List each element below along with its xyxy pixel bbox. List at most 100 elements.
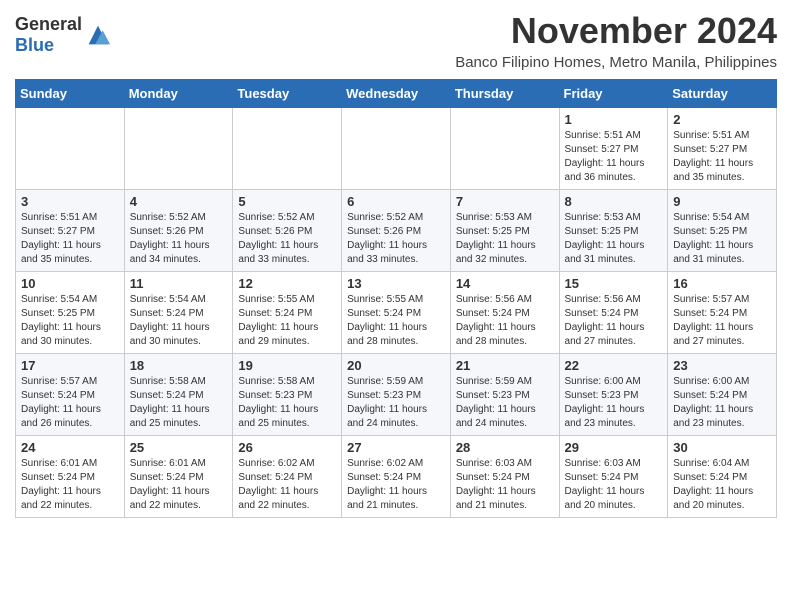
day-info: Sunrise: 5:55 AM Sunset: 5:24 PM Dayligh… [347,293,445,349]
month-title: November 2024 [455,10,777,52]
day-info: Sunrise: 5:55 AM Sunset: 5:24 PM Dayligh… [238,293,336,349]
day-number: 19 [238,358,336,373]
day-number: 25 [130,440,228,455]
calendar-cell: 27Sunrise: 6:02 AM Sunset: 5:24 PM Dayli… [342,436,451,518]
day-number: 26 [238,440,336,455]
calendar-cell [16,108,125,190]
day-info: Sunrise: 5:54 AM Sunset: 5:25 PM Dayligh… [21,293,119,349]
calendar-table: SundayMondayTuesdayWednesdayThursdayFrid… [15,79,777,518]
calendar-cell: 14 Sunrise: 5:56 AM Sunset: 5:24 PM Dayli… [450,272,559,354]
day-info: Sunrise: 6:02 AM Sunset: 5:24 PM Dayligh… [238,457,336,513]
logo-general: General [15,14,82,34]
day-info: Sunrise: 5:54 AM Sunset: 5:25 PM Dayligh… [673,211,771,267]
day-number: 10 [21,276,119,291]
day-info: Sunrise: 6:03 AM Sunset: 5:24 PM Dayligh… [456,457,554,513]
calendar-cell: 10 Sunrise: 5:54 AM Sunset: 5:25 PM Dayli… [16,272,125,354]
week-row-3: 10 Sunrise: 5:54 AM Sunset: 5:25 PM Dayli… [16,272,777,354]
day-info: Sunrise: 6:00 AM Sunset: 5:23 PM Dayligh… [565,375,663,431]
day-number: 21 [456,358,554,373]
day-number: 27 [347,440,445,455]
weekday-header-row: SundayMondayTuesdayWednesdayThursdayFrid… [16,80,777,108]
calendar-cell: 3 Sunrise: 5:51 AM Sunset: 5:27 PM Daylig… [16,190,125,272]
day-number: 7 [456,194,554,209]
calendar-cell: 29Sunrise: 6:03 AM Sunset: 5:24 PM Dayli… [559,436,668,518]
day-number: 5 [238,194,336,209]
calendar-cell: 21 Sunrise: 5:59 AM Sunset: 5:23 PM Dayli… [450,354,559,436]
day-number: 6 [347,194,445,209]
day-info: Sunrise: 5:52 AM Sunset: 5:26 PM Dayligh… [238,211,336,267]
calendar-cell: 28Sunrise: 6:03 AM Sunset: 5:24 PM Dayli… [450,436,559,518]
calendar-cell: 16 Sunrise: 5:57 AM Sunset: 5:24 PM Dayli… [668,272,777,354]
calendar-cell: 13Sunrise: 5:55 AM Sunset: 5:24 PM Dayli… [342,272,451,354]
calendar-cell: 15Sunrise: 5:56 AM Sunset: 5:24 PM Dayli… [559,272,668,354]
calendar-cell: 23Sunrise: 6:00 AM Sunset: 5:24 PM Dayli… [668,354,777,436]
day-number: 12 [238,276,336,291]
weekday-header-thursday: Thursday [450,80,559,108]
day-info: Sunrise: 5:56 AM Sunset: 5:24 PM Dayligh… [456,293,554,349]
day-info: Sunrise: 5:57 AM Sunset: 5:24 PM Dayligh… [21,375,119,431]
day-info: Sunrise: 5:51 AM Sunset: 5:27 PM Dayligh… [673,129,771,185]
calendar-cell: 17 Sunrise: 5:57 AM Sunset: 5:24 PM Dayli… [16,354,125,436]
calendar-cell: 12 Sunrise: 5:55 AM Sunset: 5:24 PM Dayli… [233,272,342,354]
calendar-cell: 7 Sunrise: 5:53 AM Sunset: 5:25 PM Daylig… [450,190,559,272]
logo-icon [84,21,112,49]
weekday-header-wednesday: Wednesday [342,80,451,108]
day-info: Sunrise: 5:51 AM Sunset: 5:27 PM Dayligh… [565,129,663,185]
calendar-cell [450,108,559,190]
day-number: 8 [565,194,663,209]
week-row-4: 17 Sunrise: 5:57 AM Sunset: 5:24 PM Dayli… [16,354,777,436]
day-number: 24 [21,440,119,455]
calendar-cell: 20Sunrise: 5:59 AM Sunset: 5:23 PM Dayli… [342,354,451,436]
day-number: 30 [673,440,771,455]
header: General Blue November 2024 Banco Filipin… [15,10,777,71]
week-row-2: 3 Sunrise: 5:51 AM Sunset: 5:27 PM Daylig… [16,190,777,272]
calendar-cell: 2Sunrise: 5:51 AM Sunset: 5:27 PM Daylig… [668,108,777,190]
day-number: 4 [130,194,228,209]
calendar-cell: 26 Sunrise: 6:02 AM Sunset: 5:24 PM Dayli… [233,436,342,518]
week-row-5: 24 Sunrise: 6:01 AM Sunset: 5:24 PM Dayli… [16,436,777,518]
calendar-cell: 11 Sunrise: 5:54 AM Sunset: 5:24 PM Dayli… [124,272,233,354]
day-info: Sunrise: 5:53 AM Sunset: 5:25 PM Dayligh… [565,211,663,267]
calendar-cell: 8 Sunrise: 5:53 AM Sunset: 5:25 PM Daylig… [559,190,668,272]
calendar-cell: 4Sunrise: 5:52 AM Sunset: 5:26 PM Daylig… [124,190,233,272]
day-info: Sunrise: 5:57 AM Sunset: 5:24 PM Dayligh… [673,293,771,349]
calendar-cell: 24 Sunrise: 6:01 AM Sunset: 5:24 PM Dayli… [16,436,125,518]
day-info: Sunrise: 5:54 AM Sunset: 5:24 PM Dayligh… [130,293,228,349]
day-info: Sunrise: 5:58 AM Sunset: 5:23 PM Dayligh… [238,375,336,431]
day-number: 1 [565,112,663,127]
day-number: 14 [456,276,554,291]
weekday-header-tuesday: Tuesday [233,80,342,108]
weekday-header-sunday: Sunday [16,80,125,108]
calendar-cell [342,108,451,190]
calendar-cell: 25 Sunrise: 6:01 AM Sunset: 5:24 PM Dayli… [124,436,233,518]
logo-blue: Blue [15,35,54,55]
calendar-cell: 18Sunrise: 5:58 AM Sunset: 5:24 PM Dayli… [124,354,233,436]
weekday-header-monday: Monday [124,80,233,108]
day-number: 15 [565,276,663,291]
logo-text: General Blue [15,14,82,56]
calendar-cell [233,108,342,190]
day-info: Sunrise: 5:51 AM Sunset: 5:27 PM Dayligh… [21,211,119,267]
calendar-cell [124,108,233,190]
day-number: 17 [21,358,119,373]
calendar-cell: 22Sunrise: 6:00 AM Sunset: 5:23 PM Dayli… [559,354,668,436]
day-number: 16 [673,276,771,291]
day-info: Sunrise: 5:53 AM Sunset: 5:25 PM Dayligh… [456,211,554,267]
week-row-1: 1 Sunrise: 5:51 AM Sunset: 5:27 PM Daylig… [16,108,777,190]
day-info: Sunrise: 6:01 AM Sunset: 5:24 PM Dayligh… [21,457,119,513]
day-info: Sunrise: 5:52 AM Sunset: 5:26 PM Dayligh… [347,211,445,267]
day-info: Sunrise: 6:04 AM Sunset: 5:24 PM Dayligh… [673,457,771,513]
calendar-body: 1 Sunrise: 5:51 AM Sunset: 5:27 PM Daylig… [16,108,777,518]
day-info: Sunrise: 6:01 AM Sunset: 5:24 PM Dayligh… [130,457,228,513]
weekday-header-friday: Friday [559,80,668,108]
day-info: Sunrise: 6:00 AM Sunset: 5:24 PM Dayligh… [673,375,771,431]
calendar-cell: 9Sunrise: 5:54 AM Sunset: 5:25 PM Daylig… [668,190,777,272]
day-number: 3 [21,194,119,209]
day-info: Sunrise: 5:58 AM Sunset: 5:24 PM Dayligh… [130,375,228,431]
subtitle: Banco Filipino Homes, Metro Manila, Phil… [455,54,777,71]
day-info: Sunrise: 5:59 AM Sunset: 5:23 PM Dayligh… [456,375,554,431]
day-info: Sunrise: 5:59 AM Sunset: 5:23 PM Dayligh… [347,375,445,431]
day-number: 11 [130,276,228,291]
weekday-header-saturday: Saturday [668,80,777,108]
title-area: November 2024 Banco Filipino Homes, Metr… [455,10,777,71]
